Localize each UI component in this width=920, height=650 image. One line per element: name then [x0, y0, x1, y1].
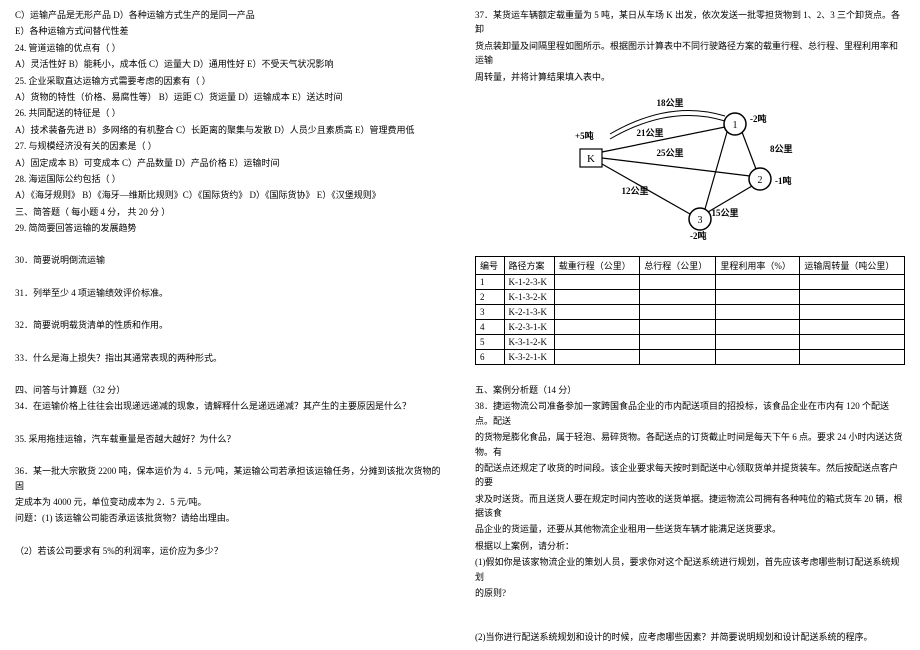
svg-text:-2吨: -2吨: [690, 230, 707, 241]
q27-stem: 27. 与规模经济没有关的因素是（ ）: [15, 139, 445, 153]
svg-text:1: 1: [733, 120, 738, 131]
q38-l5: 品企业的货运量，还要从其他物流企业租用一些送货车辆才能满足送货要求。: [475, 522, 905, 536]
q36-line1: 36．某一批大宗散货 2200 吨，保本运价为 4．5 元/吨，某运输公司若承担…: [15, 464, 445, 493]
q36-sub1: 问题：(1) 该运输公司能否承运该批货物？请给出理由。: [15, 511, 445, 525]
q30: 30．简要说明倒流运输: [15, 253, 445, 267]
svg-text:-1吨: -1吨: [775, 175, 792, 186]
svg-text:+5吨: +5吨: [575, 130, 594, 141]
table-row: 4K-2-3-1-K: [476, 319, 905, 334]
q37-line1: 37．某货运车辆额定载重量为 5 吨，某日从车场 K 出发，依次发送一批零担货物…: [475, 8, 905, 37]
q38-sub1: (1)假如你是该家物流企业的策划人员，要求你对这个配送系统进行规划，首先应该考虑…: [475, 555, 905, 584]
route-table: 编号 路径方案 载重行程（公里） 总行程（公里） 里程利用率（%） 运输周转量（…: [475, 256, 905, 365]
q31: 31．列举至少 4 项运输绩效评价标准。: [15, 286, 445, 300]
q23-opt-e: E）各种运输方式间替代性差: [15, 24, 445, 38]
th-util: 里程利用率（%）: [716, 256, 800, 274]
svg-text:15公里: 15公里: [711, 208, 738, 218]
q28-stem: 28. 海运国际公约包括（ ）: [15, 172, 445, 186]
svg-text:2: 2: [758, 175, 763, 186]
section-3-header: 三、简答题（ 每小题 4 分， 共 20 分 ）: [15, 205, 445, 219]
table-row: 5K-3-1-2-K: [476, 334, 905, 349]
q28-opts: A）《海牙规则》 B）《海牙—维斯比规则》C）《国际货约》 D）《国际货协》 E…: [15, 188, 445, 202]
svg-text:12公里: 12公里: [621, 186, 648, 196]
th-path: 路径方案: [504, 256, 554, 274]
q38-l3: 的配送点还规定了收货的时间段。该企业要求每天按时到配送中心领取货单并提货装车。然…: [475, 461, 905, 490]
q24-stem: 24. 管道运输的优点有（ ）: [15, 41, 445, 55]
q38-sub1b: 的原则?: [475, 586, 905, 600]
table-row: 2K-1-3-2-K: [476, 289, 905, 304]
q33: 33．什么是海上损失？指出其通常表现的两种形式。: [15, 351, 445, 365]
q25-stem: 25. 企业采取直达运输方式需要考虑的因素有（ ）: [15, 74, 445, 88]
table-row: 3K-2-1-3-K: [476, 304, 905, 319]
q37-line3: 周转量，并将计算结果填入表中。: [475, 70, 905, 84]
table-row: 6K-3-2-1-K: [476, 349, 905, 364]
q38-l4: 求及时送货。而且送货人要在规定时间内签收的送货单据。捷运物流公司拥有各种吨位的箱…: [475, 492, 905, 521]
section-5-header: 五、案例分析题（14 分）: [475, 383, 905, 397]
svg-text:21公里: 21公里: [636, 128, 663, 138]
th-loaded: 载重行程（公里）: [554, 256, 640, 274]
q38-l1: 38．捷运物流公司准备参加一家跨国食品企业的市内配送项目的招投标，该食品企业在市…: [475, 399, 905, 428]
q24-opts: A）灵活性好 B）能耗小，成本低 C）运量大 D）通用性好 E）不受天气状况影响: [15, 57, 445, 71]
right-column: 37．某货运车辆额定载重量为 5 吨，某日从车场 K 出发，依次发送一批零担货物…: [460, 0, 920, 650]
left-column: C）运输产品是无形产品 D）各种运输方式生产的是同一产品 E）各种运输方式间替代…: [0, 0, 460, 650]
q37-line2: 货点装卸量及间隔里程如图所示。根据图示计算表中不同行驶路径方案的载重行程、总行程…: [475, 39, 905, 68]
route-diagram: K 1 2 3 18公里 21公里 25公里 12公里 15公里: [475, 94, 905, 246]
svg-text:18公里: 18公里: [656, 98, 683, 108]
svg-text:25公里: 25公里: [656, 148, 683, 158]
svg-text:3: 3: [698, 215, 703, 226]
q38-sub2: (2)当你进行配送系统规划和设计的时候，应考虑哪些因素？并简要说明规划和设计配送…: [475, 630, 905, 644]
svg-text:8公里: 8公里: [770, 144, 793, 154]
svg-text:K: K: [587, 153, 595, 165]
q23-opt-c-d: C）运输产品是无形产品 D）各种运输方式生产的是同一产品: [15, 8, 445, 22]
table-header-row: 编号 路径方案 载重行程（公里） 总行程（公里） 里程利用率（%） 运输周转量（…: [476, 256, 905, 274]
q38-l6: 根据以上案例，请分析：: [475, 539, 905, 553]
q36-line2: 定成本为 4000 元，单位变动成本为 2．5 元/吨。: [15, 495, 445, 509]
table-row: 1K-1-2-3-K: [476, 274, 905, 289]
th-turnover: 运输周转量（吨公里）: [800, 256, 905, 274]
q26-opts: A）技术装备先进 B）多网络的有机整合 C）长距离的聚集与发散 D）人员少且素质…: [15, 123, 445, 137]
q34: 34．在运输价格上往往会出现递远递减的现象，请解释什么是递远递减？其产生的主要原…: [15, 399, 445, 413]
svg-text:-2吨: -2吨: [750, 113, 767, 124]
section-4-header: 四、问答与计算题（32 分）: [15, 383, 445, 397]
q27-opts: A）固定成本 B）可变成本 C）产品数量 D）产品价格 E）运输时间: [15, 156, 445, 170]
th-total: 总行程（公里）: [640, 256, 716, 274]
q32: 32．简要说明载货清单的性质和作用。: [15, 318, 445, 332]
q26-stem: 26. 共同配送的特征是（ ）: [15, 106, 445, 120]
q25-opts: A）货物的特性（价格、易腐性等） B）运距 C）货运量 D）运输成本 E）送达时…: [15, 90, 445, 104]
q29: 29. 简简要回答运输的发展趋势: [15, 221, 445, 235]
q35: 35. 采用拖挂运输，汽车载重量是否越大越好？为什么？: [15, 432, 445, 446]
q36-sub2: （2）若该公司要求有 5%的利润率，运价应为多少？: [15, 544, 445, 558]
q38-l2: 的货物是膨化食品，属于轻泡、易碎货物。各配送点的订货截止时间是每天下午 6 点。…: [475, 430, 905, 459]
th-num: 编号: [476, 256, 505, 274]
